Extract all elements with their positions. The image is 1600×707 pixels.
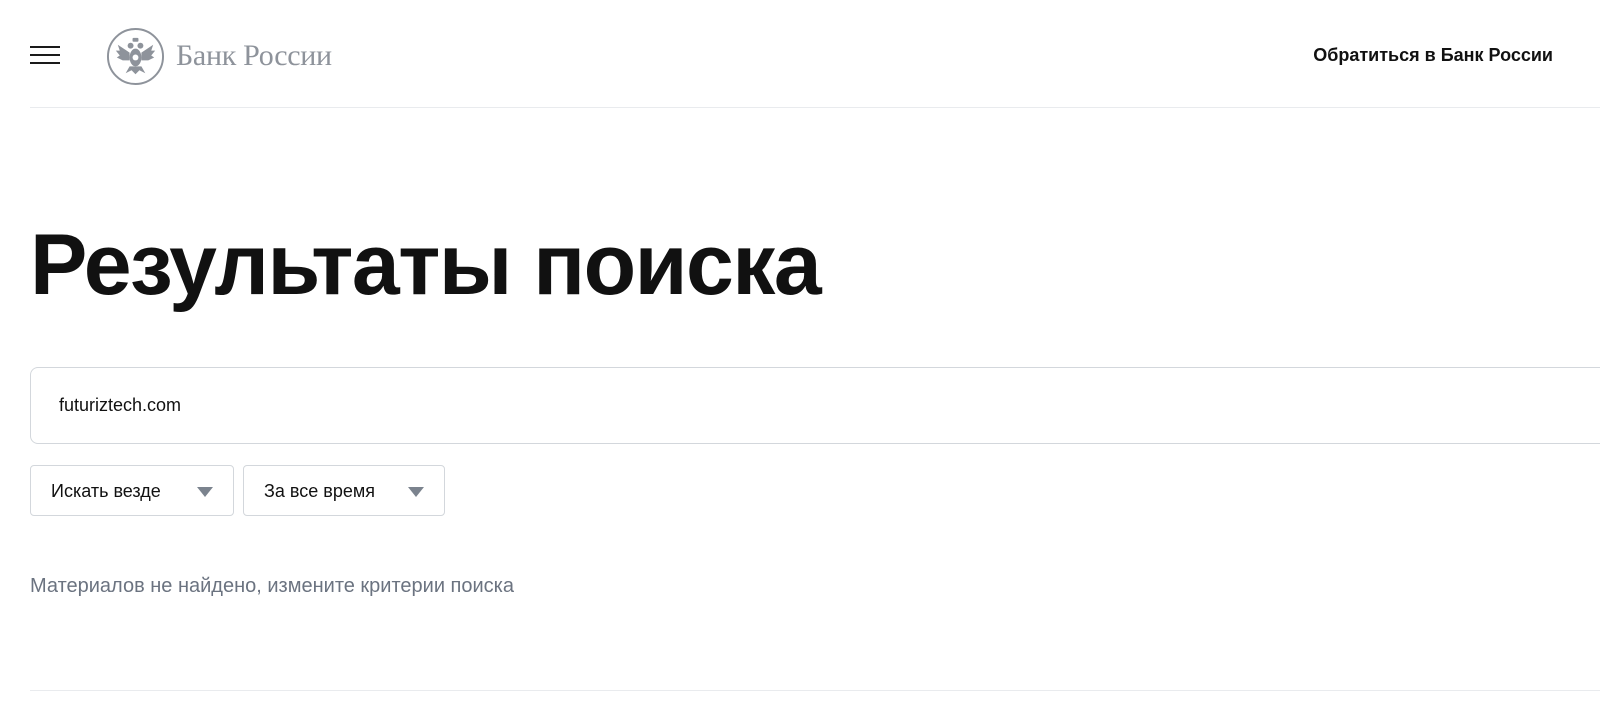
no-results-message: Материалов не найдено, измените критерии… [30,575,514,597]
chevron-down-icon [197,487,213,497]
header-divider [30,107,1600,108]
chevron-down-icon [408,487,424,497]
period-dropdown[interactable]: За все время [243,465,445,516]
period-dropdown-value: За все время [264,481,375,501]
footer-divider [30,690,1600,691]
scope-dropdown[interactable]: Искать везде [30,465,234,516]
menu-icon-bar [30,54,60,56]
page: Банк России Обратиться в Банк России Рез… [0,0,1600,707]
search-field[interactable] [30,367,1600,444]
menu-icon[interactable] [30,44,60,66]
site-header: Банк России Обратиться в Банк России [0,0,1600,108]
menu-icon-bar [30,46,60,48]
logo-link[interactable]: Банк России [106,26,332,86]
logo-text: Банк России [176,39,332,72]
search-input[interactable] [59,368,1059,443]
page-title: Результаты поиска [30,217,822,313]
menu-icon-bar [30,62,60,64]
emblem-icon [106,27,165,85]
scope-dropdown-value: Искать везде [51,481,161,501]
contact-bank-link[interactable]: Обратиться в Банк России [1313,45,1553,66]
